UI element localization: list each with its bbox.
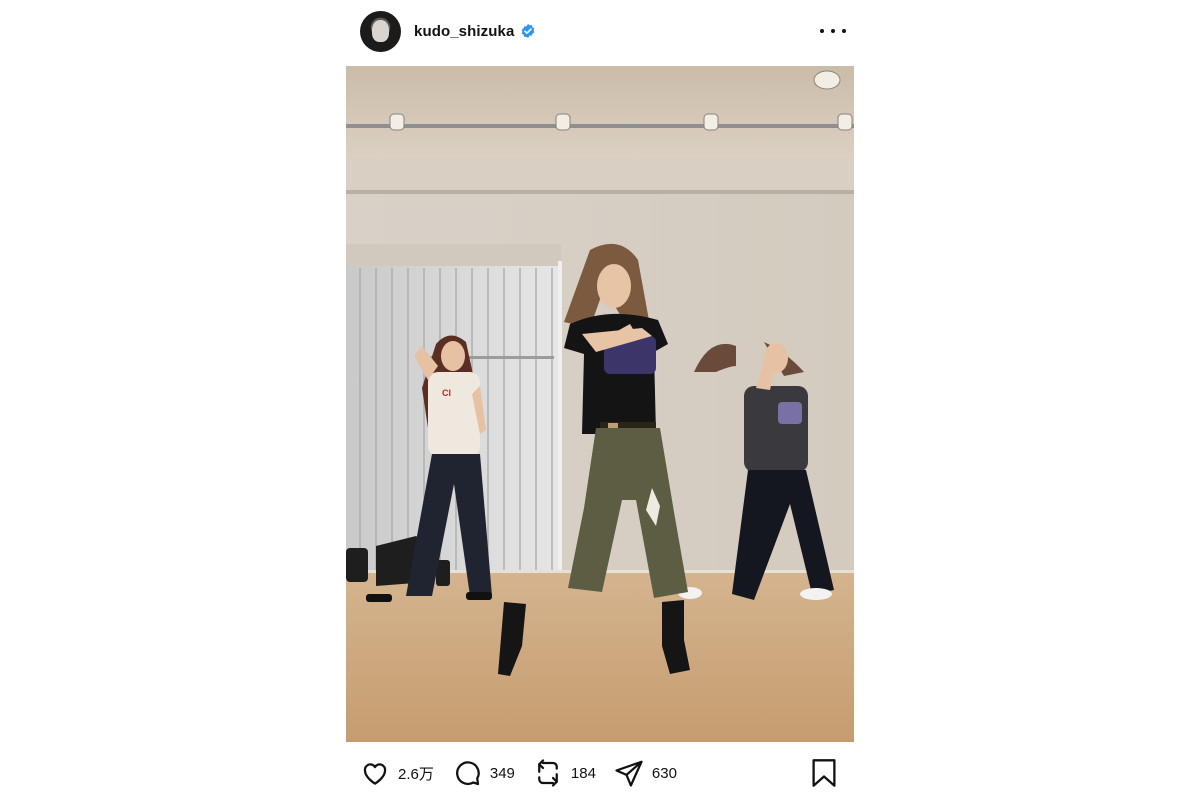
like-button[interactable]: 2.6万	[360, 758, 434, 788]
instagram-post: kudo_shizuka Cl 2.6万 349 184 630	[346, 0, 854, 800]
save-button[interactable]	[810, 758, 838, 793]
svg-text:Cl: Cl	[442, 388, 451, 398]
comment-button[interactable]: 349	[452, 758, 515, 788]
comment-count: 349	[489, 764, 515, 782]
repost-button[interactable]: 184	[533, 758, 596, 788]
bookmark-icon	[812, 759, 836, 787]
like-count: 2.6万	[398, 765, 434, 783]
share-count: 630	[651, 764, 677, 782]
comment-icon	[455, 761, 480, 786]
repost-count: 184	[570, 764, 596, 782]
verified-badge-icon	[522, 24, 535, 38]
post-photo[interactable]: Cl	[346, 66, 854, 742]
action-bar: 2.6万 349 184 630	[360, 756, 840, 790]
heart-icon	[363, 763, 387, 785]
username[interactable]: kudo_shizuka	[414, 23, 514, 40]
share-button[interactable]: 630	[614, 758, 677, 788]
share-icon	[615, 760, 643, 787]
post-header: kudo_shizuka	[360, 9, 846, 53]
more-options-icon[interactable]	[820, 21, 846, 41]
avatar[interactable]	[360, 10, 401, 52]
repost-icon	[538, 759, 558, 787]
